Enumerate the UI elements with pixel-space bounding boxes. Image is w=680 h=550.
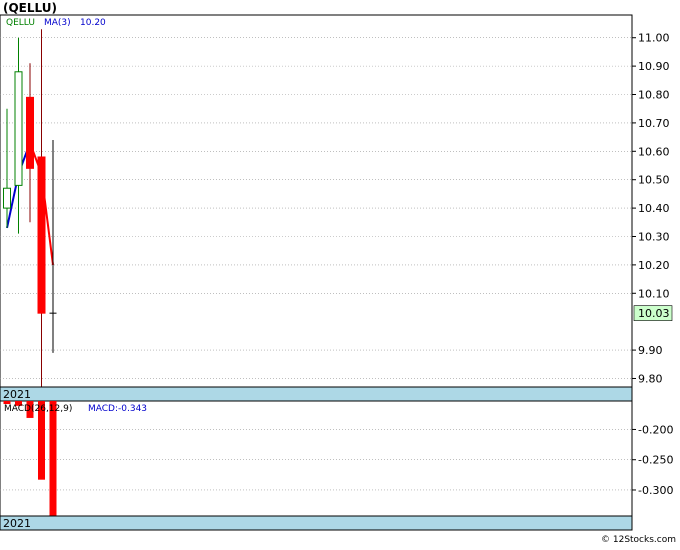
price-y-axis: 11.00 10.90 10.80 10.70 10.60 10.50 10.40 10.30…	[632, 32, 670, 385]
price-tick-label: 10.70	[638, 117, 670, 130]
macd-legend-value: MACD:-0.343	[88, 404, 147, 414]
price-tick-label: 9.80	[638, 372, 663, 385]
last-price-tag: 10.03	[633, 305, 673, 321]
macd-bar	[49, 401, 57, 516]
macd-panel-frame	[0, 400, 633, 531]
chart-root: (QELLU) 11.00 10.90 10.80 10.70 10.60 10.50 10…	[0, 0, 680, 546]
price-tick-label: 10.20	[638, 259, 670, 272]
price-tick-label: 10.50	[638, 174, 670, 187]
price-tick-label: 10.10	[638, 287, 670, 300]
price-tick-label: 9.90	[638, 344, 663, 357]
macd-year-band	[0, 515, 633, 531]
macd-tick-label: -0.250	[638, 454, 673, 467]
legend-ma-label: MA(3)	[44, 18, 71, 28]
macd-tick-label: -0.300	[638, 484, 673, 497]
candle-body	[3, 187, 11, 209]
last-price-label: 10.03	[638, 307, 670, 320]
macd-tick-label: -0.200	[638, 423, 673, 436]
copyright: © 12Stocks.com	[601, 535, 676, 545]
price-tick-label: 10.30	[638, 230, 670, 243]
price-tick-label: 10.90	[638, 60, 670, 73]
candle-body	[26, 96, 34, 169]
legend-ma-value: 10.20	[80, 18, 106, 28]
macd-year-label: 2021	[3, 517, 31, 530]
macd-legend-name: MACD(26,12,9)	[4, 404, 72, 414]
price-year-band	[0, 386, 633, 402]
price-year-label: 2021	[3, 388, 31, 401]
chart-svg: (QELLU) 11.00 10.90 10.80 10.70 10.60 10.50 10…	[0, 1, 676, 545]
candle-body	[14, 71, 23, 186]
candle-body	[37, 156, 46, 314]
price-tick-label: 10.60	[638, 145, 670, 158]
page-title: (QELLU)	[3, 1, 57, 15]
price-tick-label: 11.00	[638, 32, 670, 45]
price-tick-label: 10.80	[638, 89, 670, 102]
macd-y-axis: -0.200 -0.250 -0.300	[632, 423, 673, 497]
legend-symbol: QELLU	[6, 18, 35, 28]
price-tick-label: 10.40	[638, 202, 670, 215]
